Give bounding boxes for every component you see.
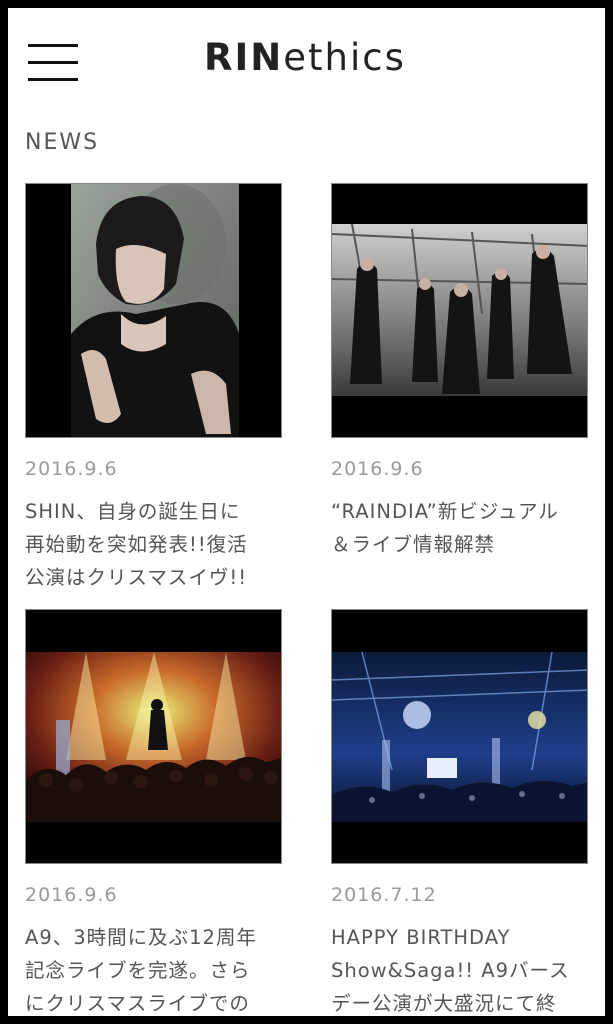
band-photo [332, 184, 587, 437]
hamburger-menu-icon[interactable] [28, 44, 78, 82]
news-headline[interactable]: HAPPY BIRTHDAY Show&Saga!! A9バース デー公演が大盛… [331, 921, 593, 1016]
page-frame: RINethics NEWS 2016.9.6 SHIN、自身の誕生日に 再始動… [8, 8, 605, 1016]
headline-line: ＆ライブ情報解禁 [331, 533, 496, 556]
section-title: NEWS [25, 130, 100, 155]
concert-photo [26, 610, 281, 863]
logo-light-text: ethics [283, 36, 406, 79]
headline-line: にクリスマスライブでの [25, 992, 250, 1015]
logo-bold-text: RIN [204, 36, 284, 79]
headline-line: A9、3時間に及ぶ12周年 [25, 926, 257, 949]
news-headline[interactable]: “RAINDIA”新ビジュアル ＆ライブ情報解禁 [331, 495, 593, 561]
headline-line: Show&Saga!! A9バース [331, 959, 570, 982]
headline-line: デー公演が大盛況にて終 [331, 992, 557, 1015]
headline-line: 公演はクリスマスイヴ!! [25, 566, 248, 589]
site-logo[interactable]: RINethics [204, 36, 406, 79]
headline-line: 再始動を突如発表!!復活 [25, 533, 248, 556]
news-date: 2016.7.12 [331, 884, 437, 906]
headline-line: SHIN、自身の誕生日に [25, 500, 241, 523]
portrait-photo [26, 184, 281, 437]
news-date: 2016.9.6 [25, 884, 118, 906]
news-date: 2016.9.6 [331, 458, 424, 480]
news-headline[interactable]: A9、3時間に及ぶ12周年 記念ライブを完遂。さら にクリスマスライブでの [25, 921, 287, 1016]
menu-bar [28, 78, 78, 81]
headline-line: “RAINDIA”新ビジュアル [331, 500, 559, 523]
news-thumbnail[interactable] [25, 183, 282, 438]
site-header: RINethics [8, 8, 605, 118]
menu-bar [28, 44, 78, 47]
news-headline[interactable]: SHIN、自身の誕生日に 再始動を突如発表!!復活 公演はクリスマスイヴ!! [25, 495, 287, 594]
menu-bar [28, 61, 78, 64]
news-date: 2016.9.6 [25, 458, 118, 480]
news-thumbnail[interactable] [25, 609, 282, 864]
headline-line: 記念ライブを完遂。さら [25, 959, 251, 982]
headline-line: HAPPY BIRTHDAY [331, 926, 511, 949]
venue-photo [332, 610, 587, 863]
news-thumbnail[interactable] [331, 609, 588, 864]
news-thumbnail[interactable] [331, 183, 588, 438]
